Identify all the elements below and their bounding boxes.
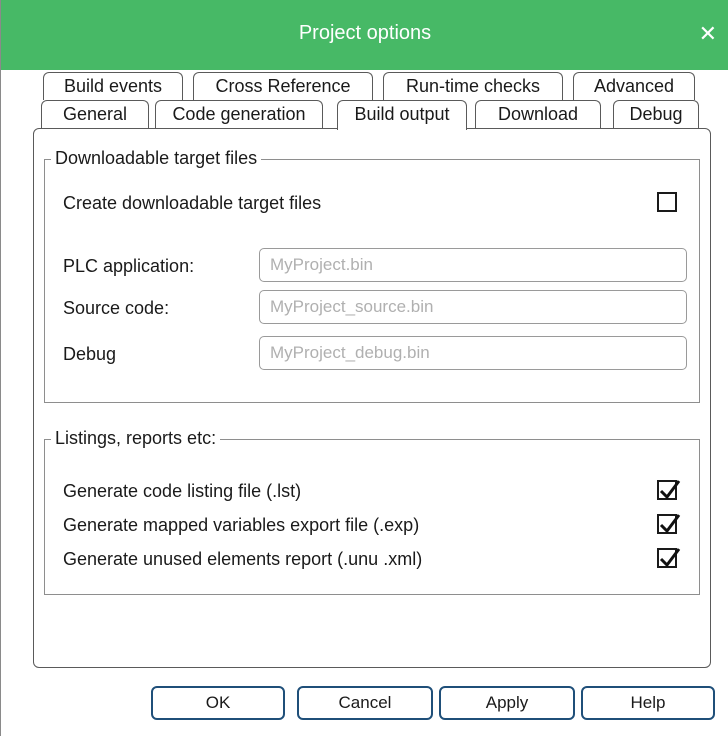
- title-bar: Project options ✕: [1, 0, 728, 70]
- tab-cross-reference[interactable]: Cross Reference: [193, 72, 373, 100]
- ok-button[interactable]: OK: [151, 686, 285, 720]
- tab-label: General: [62, 104, 128, 124]
- help-button[interactable]: Help: [581, 686, 715, 720]
- debug-label: Debug: [63, 344, 117, 364]
- listings-reports-group: Listings, reports etc: Generate code lis…: [44, 428, 700, 595]
- code-listing-checkbox[interactable]: [657, 480, 681, 500]
- apply-button[interactable]: Apply: [439, 686, 575, 720]
- tab-download[interactable]: Download: [475, 100, 601, 128]
- checkmark-icon: [659, 514, 681, 534]
- tab-label: Build output: [354, 104, 450, 124]
- project-options-dialog: Project options ✕ Build events Cross Ref…: [0, 0, 728, 736]
- group-title: Downloadable target files: [51, 148, 262, 168]
- source-code-field[interactable]: MyProject_source.bin: [259, 290, 687, 324]
- cancel-button[interactable]: Cancel: [297, 686, 433, 720]
- tab-label: Cross Reference: [215, 76, 351, 96]
- tab-debug[interactable]: Debug: [613, 100, 699, 128]
- tab-run-time-checks[interactable]: Run-time checks: [383, 72, 563, 100]
- code-listing-label: Generate code listing file (.lst): [63, 481, 302, 501]
- unused-elements-label: Generate unused elements report (.unu .x…: [63, 549, 423, 569]
- group-title: Listings, reports etc:: [51, 428, 221, 448]
- downloadable-target-files-group: Downloadable target files Create downloa…: [44, 148, 700, 403]
- plc-application-field[interactable]: MyProject.bin: [259, 248, 687, 282]
- source-code-label: Source code:: [63, 298, 170, 318]
- dialog-title: Project options: [298, 22, 432, 44]
- tab-label: Advanced: [593, 76, 675, 96]
- create-downloadable-checkbox[interactable]: [657, 192, 677, 212]
- checkmark-icon: [659, 480, 681, 500]
- tab-label: Download: [497, 104, 579, 124]
- tab-label: Build events: [63, 76, 163, 96]
- tab-advanced[interactable]: Advanced: [573, 72, 695, 100]
- tab-build-events[interactable]: Build events: [43, 72, 183, 100]
- checkmark-icon: [659, 548, 681, 568]
- mapped-variables-label: Generate mapped variables export file (.…: [63, 515, 420, 535]
- tab-code-generation[interactable]: Code generation: [155, 100, 323, 128]
- tab-build-output[interactable]: Build output: [337, 100, 467, 130]
- tab-label: Code generation: [172, 104, 306, 124]
- tab-general[interactable]: General: [41, 100, 149, 128]
- create-downloadable-label: Create downloadable target files: [63, 193, 322, 213]
- unused-elements-checkbox[interactable]: [657, 548, 681, 568]
- build-output-panel: Downloadable target files Create downloa…: [33, 128, 711, 668]
- mapped-variables-checkbox[interactable]: [657, 514, 681, 534]
- tab-label: Run-time checks: [405, 76, 541, 96]
- close-icon[interactable]: ✕: [699, 22, 717, 46]
- tab-label: Debug: [629, 104, 683, 124]
- debug-field[interactable]: MyProject_debug.bin: [259, 336, 687, 370]
- plc-application-label: PLC application:: [63, 256, 195, 276]
